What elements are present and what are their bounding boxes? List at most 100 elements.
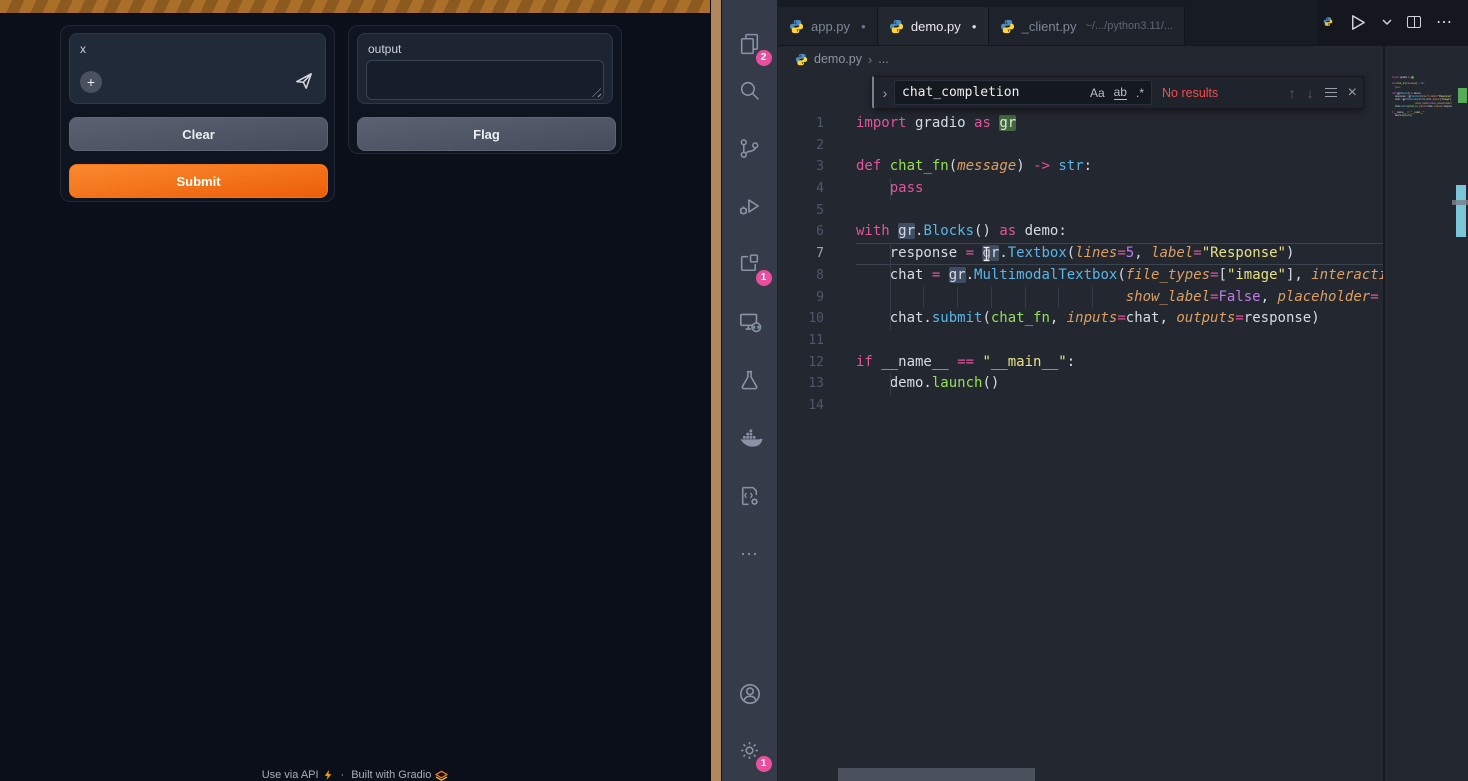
submit-button[interactable]: Submit — [69, 164, 328, 198]
line-number: 9 — [778, 287, 824, 309]
code-line[interactable]: 2 — [778, 135, 1385, 157]
input-column: x + Clear Submit — [60, 25, 335, 202]
output-block: output — [357, 33, 613, 104]
code-line[interactable]: 14 — [778, 395, 1385, 417]
code-line[interactable]: 8 chat = gr.MultimodalTextbox(file_types… — [778, 265, 1385, 287]
code-line[interactable]: 6with gr.Blocks() as demo: — [778, 221, 1385, 243]
tab-client-py[interactable]: _client.py ~/.../python3.11/... — [989, 7, 1185, 45]
gradio-app-window: x + Clear Submit output Flag — [0, 0, 710, 781]
resize-handle-icon[interactable] — [592, 88, 601, 97]
find-widget: › chat_completion Aa ab .* No results ↑ … — [872, 76, 1364, 109]
activity-extensions[interactable]: 1 — [728, 242, 772, 286]
attach-file-button[interactable]: + — [80, 71, 102, 93]
flag-button[interactable]: Flag — [357, 117, 616, 151]
docker-icon — [737, 425, 763, 451]
code-line[interactable]: 4 pass — [778, 178, 1385, 200]
python-icon — [789, 19, 804, 34]
activity-settings[interactable]: 1 — [728, 728, 772, 772]
dirty-dot-icon[interactable]: ● — [972, 22, 977, 31]
horizontal-scrollbar[interactable] — [838, 768, 1035, 781]
code-line[interactable]: 12if __name__ == "__main__": — [778, 352, 1385, 374]
whole-word-toggle[interactable]: ab — [1114, 85, 1127, 100]
activity-source-control[interactable] — [728, 126, 772, 170]
toggle-replace-icon[interactable]: › — [876, 85, 894, 101]
indent-guide — [890, 265, 891, 287]
code-editor[interactable]: 1import gradio as gr23def chat_fn(messag… — [778, 72, 1385, 768]
line-number: 7 — [778, 243, 824, 265]
indent-guide — [957, 287, 958, 309]
next-match-button[interactable]: ↓ — [1307, 85, 1314, 101]
activity-bar: 2 — [722, 0, 778, 781]
clipped-tab-python-icon[interactable] — [1323, 14, 1333, 30]
breadcrumb-more[interactable]: ... — [878, 52, 888, 66]
output-textarea[interactable] — [366, 60, 604, 100]
footer-separator: · — [341, 769, 345, 781]
activity-remote-explorer[interactable] — [728, 300, 772, 344]
breadcrumb[interactable]: demo.py › ... — [778, 46, 1468, 72]
line-number: 3 — [778, 156, 824, 178]
previous-match-button[interactable]: ↑ — [1289, 85, 1296, 101]
run-dropdown-button[interactable] — [1382, 19, 1392, 26]
gradio-footer: Use via API · Built with Gradio — [0, 769, 710, 781]
split-editor-button[interactable] — [1407, 16, 1421, 28]
code-line — [1390, 117, 1452, 120]
close-find-icon[interactable]: × — [1348, 84, 1357, 102]
remote-monitor-icon — [737, 309, 763, 335]
code-line[interactable]: 10 chat.submit(chat_fn, inputs=chat, out… — [778, 308, 1385, 330]
indent-guide — [890, 308, 891, 330]
code-line[interactable]: 7 response = gr.Textbox(lines=5, label="… — [778, 243, 1385, 265]
tab-app-py[interactable]: app.py ● — [778, 7, 878, 45]
indent-guide — [1092, 287, 1093, 309]
activity-account[interactable] — [728, 672, 772, 716]
code-line[interactable]: 1import gradio as gr — [778, 113, 1385, 135]
tab-bar: app.py ● demo.py ● _client.py ~/.../pyth… — [778, 0, 1468, 46]
vscode-window: 2 — [722, 0, 1468, 781]
search-icon — [737, 78, 762, 103]
match-case-toggle[interactable]: Aa — [1090, 86, 1105, 100]
editor-more-actions-button[interactable]: ⋯ — [1436, 12, 1453, 32]
indent-guide — [991, 287, 992, 309]
code-line[interactable]: 5 — [778, 200, 1385, 222]
editor-area: app.py ● demo.py ● _client.py ~/.../pyth… — [778, 0, 1468, 781]
activity-explorer[interactable]: 2 — [728, 22, 772, 66]
line-number: 13 — [778, 373, 824, 395]
activity-search[interactable] — [728, 68, 772, 112]
built-with-gradio-link[interactable]: Built with Gradio — [351, 769, 448, 781]
dirty-dot-icon[interactable]: ● — [861, 22, 866, 31]
send-icon — [293, 70, 315, 92]
run-python-file-button[interactable] — [1348, 13, 1367, 32]
multimodal-input-block[interactable]: x + — [69, 33, 326, 104]
activity-run-debug[interactable] — [728, 184, 772, 228]
code-line[interactable]: 9 show_label=False, placeholder= — [778, 287, 1385, 309]
python-icon — [889, 19, 904, 34]
code-line[interactable]: 3def chat_fn(message) -> str: — [778, 156, 1385, 178]
code-line[interactable]: 13 demo.launch() — [778, 373, 1385, 395]
line-number: 11 — [778, 330, 824, 352]
loading-stripes-bar — [0, 0, 710, 14]
indent-guide — [1058, 287, 1059, 309]
activity-task-file[interactable] — [728, 474, 772, 518]
tab-demo-py[interactable]: demo.py ● — [878, 7, 989, 45]
indent-guide — [1025, 287, 1026, 309]
activity-docker[interactable] — [728, 416, 772, 460]
find-query-text[interactable]: chat_completion — [902, 85, 1081, 100]
minimap[interactable]: import gradio as grdef chat_fn(message) … — [1390, 72, 1452, 781]
window-divider[interactable] — [710, 0, 722, 781]
activity-more[interactable]: ⋯ — [728, 532, 772, 576]
breadcrumb-file[interactable]: demo.py — [814, 52, 862, 66]
indent-guide — [890, 178, 891, 200]
use-via-api-link[interactable]: Use via API — [262, 769, 334, 781]
code-line[interactable]: 11 — [778, 330, 1385, 352]
clear-button[interactable]: Clear — [69, 117, 328, 151]
regex-toggle[interactable]: .* — [1136, 86, 1144, 100]
screen: x + Clear Submit output Flag — [0, 0, 1468, 781]
send-button[interactable] — [291, 69, 317, 95]
find-input[interactable]: chat_completion Aa ab .* — [894, 80, 1152, 105]
api-bolt-icon — [323, 769, 334, 781]
overview-ruler — [1452, 46, 1468, 781]
activity-testing[interactable] — [728, 358, 772, 402]
find-nav: ↑ ↓ × — [1289, 84, 1357, 102]
python-icon — [795, 53, 808, 66]
mouse-ibeam-cursor — [981, 246, 992, 266]
find-in-selection-button[interactable] — [1325, 88, 1337, 98]
